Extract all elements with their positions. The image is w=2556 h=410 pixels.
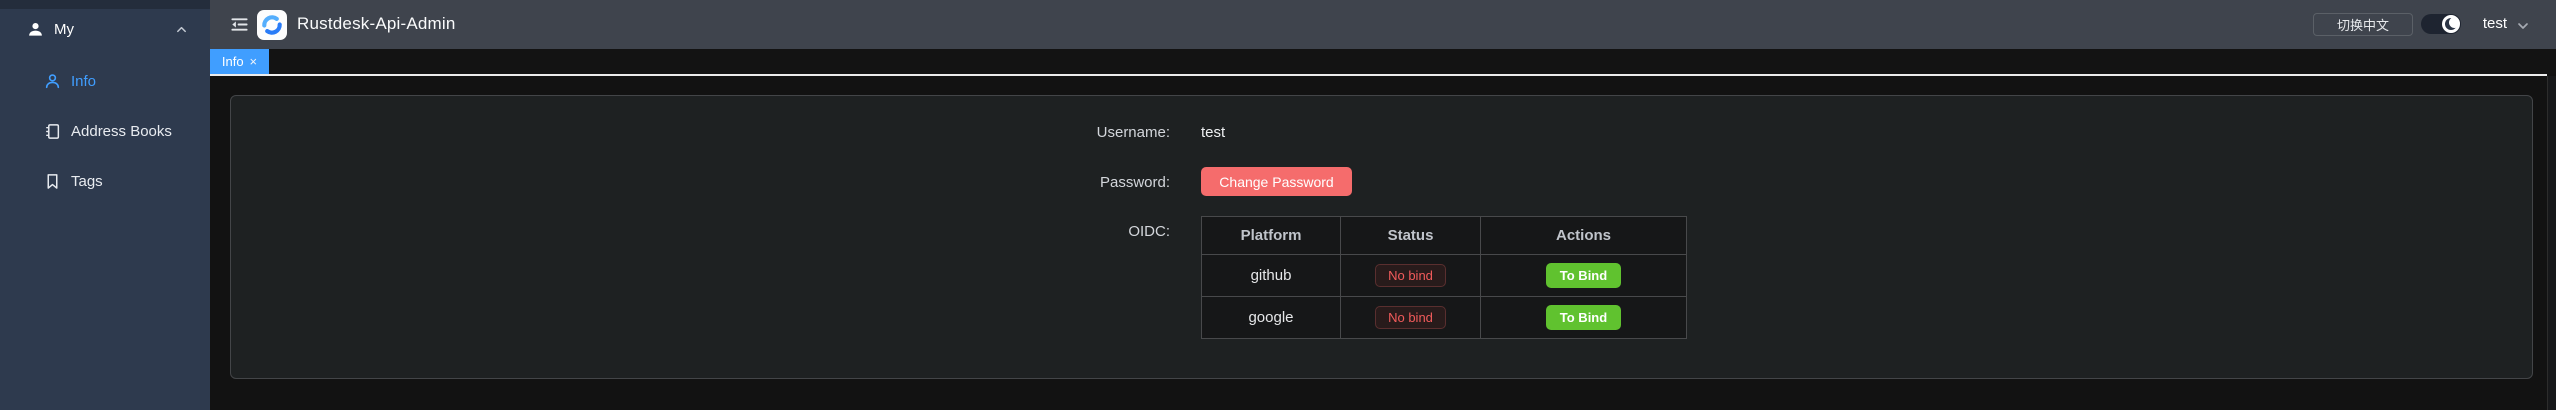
tab-info[interactable]: Info × [210, 49, 269, 74]
toggle-knob [2442, 15, 2460, 33]
user-menu[interactable]: test [2483, 15, 2507, 32]
column-header-actions: Actions [1481, 217, 1687, 255]
sidebar-item-label: Tags [71, 173, 103, 190]
sidebar-item-info[interactable]: Info [0, 66, 210, 96]
close-icon[interactable]: × [250, 55, 258, 68]
status-badge: No bind [1375, 306, 1446, 329]
username-label: Username: [870, 124, 1170, 141]
sidebar-item-label: Address Books [71, 123, 172, 140]
chevron-down-icon[interactable] [2516, 19, 2530, 33]
table-header-row: Platform Status Actions [1202, 217, 1687, 255]
platform-cell: google [1202, 297, 1341, 339]
sidebar-group-label: My [54, 21, 74, 38]
status-cell: No bind [1341, 255, 1481, 297]
table-row-github: github No bind To Bind [1202, 255, 1687, 297]
fold-menu-icon[interactable] [230, 15, 249, 34]
sidebar-item-label: Info [71, 73, 96, 90]
tab-label: Info [222, 54, 244, 69]
password-label: Password: [870, 174, 1170, 191]
sidebar-item-tags[interactable]: Tags [0, 166, 210, 196]
actions-cell: To Bind [1481, 255, 1687, 297]
person-outline-icon [44, 73, 61, 90]
status-cell: No bind [1341, 297, 1481, 339]
moon-icon [2445, 18, 2457, 30]
app-title: Rustdesk-Api-Admin [297, 14, 456, 34]
scrollbar-track[interactable] [2548, 76, 2556, 410]
sidebar: My Info Address Books Tags [0, 0, 210, 410]
to-bind-button[interactable]: To Bind [1546, 263, 1621, 288]
column-header-platform: Platform [1202, 217, 1341, 255]
sidebar-group-my[interactable]: My [0, 13, 210, 45]
change-password-button[interactable]: Change Password [1201, 167, 1352, 196]
to-bind-button[interactable]: To Bind [1546, 305, 1621, 330]
sidebar-top-strip [0, 0, 210, 9]
app-window: My Info Address Books Tags [0, 0, 2556, 410]
platform-cell: github [1202, 255, 1341, 297]
username-value: test [1201, 124, 1225, 141]
table-row-google: google No bind To Bind [1202, 297, 1687, 339]
actions-cell: To Bind [1481, 297, 1687, 339]
oidc-label: OIDC: [870, 223, 1170, 240]
oidc-table: Platform Status Actions github No bind T… [1201, 216, 1687, 339]
rustdesk-logo [257, 10, 287, 40]
chevron-up-icon [175, 23, 188, 36]
column-header-status: Status [1341, 217, 1481, 255]
bookmark-icon [44, 173, 61, 190]
notebook-icon [44, 123, 61, 140]
tab-bar: Info × [210, 49, 2556, 74]
dark-mode-toggle[interactable] [2421, 14, 2461, 34]
status-badge: No bind [1375, 264, 1446, 287]
sidebar-item-address-books[interactable]: Address Books [0, 116, 210, 146]
user-icon [27, 21, 44, 38]
switch-language-button[interactable]: 切换中文 [2313, 13, 2413, 36]
top-header-bar: Rustdesk-Api-Admin 切换中文 test [210, 0, 2556, 49]
